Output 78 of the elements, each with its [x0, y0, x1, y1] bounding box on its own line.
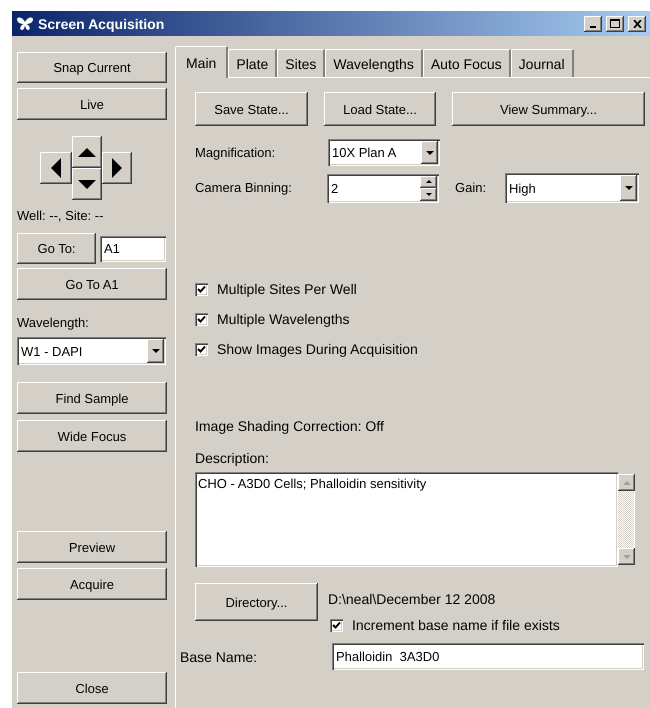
base-name-field[interactable]: Phalloidin 3A3D0: [332, 643, 644, 670]
gain-label: Gain:: [455, 180, 488, 196]
directory-path: D:\neal\December 12 2008: [328, 591, 496, 607]
up-caret-icon: [426, 180, 432, 184]
checkmark-icon: [197, 315, 206, 323]
maximize-icon: [610, 19, 620, 28]
butterfly-icon: [16, 16, 34, 32]
magnification-label: Magnification:: [195, 144, 276, 160]
snap-current-button[interactable]: Snap Current: [17, 52, 167, 83]
well-input-field[interactable]: A1: [100, 236, 166, 262]
left-triangle-icon: [51, 158, 61, 178]
gain-dropdown[interactable]: High: [505, 173, 639, 203]
checkbox-label: Multiple Sites Per Well: [217, 281, 357, 297]
checkbox-label: Multiple Wavelengths: [217, 311, 350, 327]
checkmark-icon: [332, 621, 341, 629]
minimize-icon: [590, 26, 596, 28]
left-arrow-button[interactable]: [40, 152, 72, 184]
caret-icon: [624, 186, 632, 190]
preview-button[interactable]: Preview: [17, 531, 167, 563]
down-triangle-icon: [78, 180, 96, 188]
dropdown-arrow-button[interactable]: [421, 141, 438, 164]
checkmark-icon: [197, 285, 206, 293]
magnification-dropdown[interactable]: 10X Plan A: [328, 139, 440, 166]
state-button[interactable]: View Summary...: [452, 92, 645, 126]
checkbox[interactable]: [195, 282, 208, 296]
caret-icon: [152, 349, 160, 353]
base-name-label: Base Name:: [180, 648, 258, 664]
directory-button[interactable]: Directory...: [195, 583, 318, 621]
camera-binning-label: Camera Binning:: [195, 180, 293, 196]
spin-up-button[interactable]: [420, 176, 437, 188]
shading-status-label: Image Shading Correction: Off: [195, 418, 385, 434]
position-label: Well: --, Site: --: [17, 208, 104, 224]
wavelength-dropdown[interactable]: W1 - DAPI: [17, 337, 166, 365]
go-to-a1-button[interactable]: Go To A1: [17, 268, 167, 300]
checkmark-icon: [197, 345, 206, 353]
close-icon: [632, 20, 642, 28]
down-arrow-button[interactable]: [72, 168, 102, 200]
window-title: Screen Acquisition: [38, 16, 166, 32]
checkbox-label: Increment base name if file exists: [352, 617, 560, 633]
caret-icon: [426, 150, 434, 154]
dropdown-arrow-button[interactable]: [147, 339, 164, 363]
scroll-down-button[interactable]: [618, 548, 635, 565]
checkbox[interactable]: [330, 618, 343, 632]
maximize-button[interactable]: [606, 16, 624, 32]
wide-focus-button[interactable]: Wide Focus: [17, 420, 167, 452]
dropdown-arrow-button[interactable]: [620, 175, 637, 201]
right-arrow-button[interactable]: [102, 152, 132, 184]
tab[interactable]: Auto Focus: [422, 49, 511, 77]
wavelength-label: Wavelength:: [17, 315, 90, 331]
up-arrow-button[interactable]: [72, 136, 102, 168]
description-label: Description:: [195, 450, 270, 466]
tab[interactable]: Wavelengths: [325, 49, 423, 77]
close-button[interactable]: [628, 16, 646, 32]
state-button[interactable]: Save State...: [195, 92, 308, 126]
go-to-button[interactable]: Go To:: [17, 233, 96, 264]
close-button[interactable]: Close: [17, 672, 167, 704]
down-caret-icon: [426, 192, 432, 196]
state-button[interactable]: Load State...: [324, 92, 436, 126]
right-triangle-icon: [112, 158, 122, 178]
checkbox[interactable]: [195, 312, 208, 326]
minimize-button[interactable]: [584, 16, 602, 32]
checkbox[interactable]: [195, 342, 208, 356]
description-field[interactable]: CHO - A3D0 Cells; Phalloidin sensitivity: [195, 472, 618, 567]
find-sample-button[interactable]: Find Sample: [17, 382, 167, 414]
tab[interactable]: Journal: [510, 49, 574, 77]
down-caret-icon: [622, 554, 630, 558]
scroll-up-button[interactable]: [618, 474, 635, 491]
tab[interactable]: Sites: [277, 49, 326, 77]
checkbox-label: Show Images During Acquisition: [217, 341, 418, 357]
up-caret-icon: [622, 480, 630, 484]
live-button[interactable]: Live: [17, 88, 167, 120]
tab[interactable]: Main: [175, 46, 228, 78]
up-triangle-icon: [78, 148, 96, 156]
binning-spinner[interactable]: 2: [327, 174, 439, 202]
acquire-button[interactable]: Acquire: [17, 568, 167, 600]
spin-down-button[interactable]: [420, 188, 437, 200]
vertical-scrollbar[interactable]: [618, 472, 637, 567]
tab[interactable]: Plate: [228, 49, 278, 77]
